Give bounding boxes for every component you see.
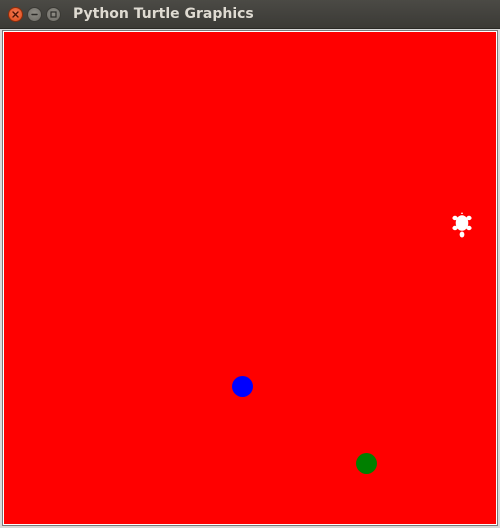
maximize-button[interactable] xyxy=(46,7,61,22)
turtle-canvas[interactable] xyxy=(4,32,496,524)
turtle-graphics-window: Python Turtle Graphics xyxy=(0,0,500,528)
canvas-frame xyxy=(2,30,498,526)
title-bar[interactable]: Python Turtle Graphics xyxy=(0,0,500,29)
close-icon xyxy=(12,11,19,18)
blue-dot xyxy=(232,376,253,397)
minimize-button[interactable] xyxy=(27,7,42,22)
close-button[interactable] xyxy=(8,7,23,22)
maximize-icon xyxy=(50,11,57,18)
green-dot xyxy=(356,453,377,474)
minimize-icon xyxy=(31,13,38,16)
turtle-icon xyxy=(452,212,472,238)
window-title: Python Turtle Graphics xyxy=(73,6,254,22)
